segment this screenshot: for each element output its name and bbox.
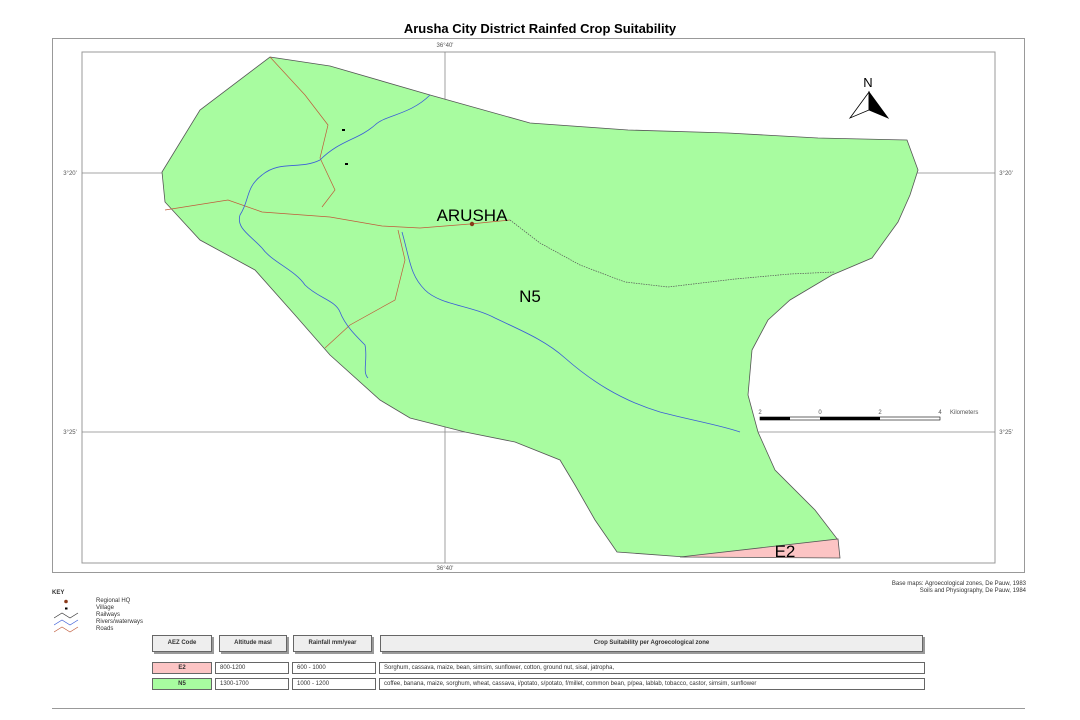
north-arrow-right: [868, 90, 890, 119]
table-cell-rainfall: 600 - 1000: [292, 662, 376, 674]
village-icon: [65, 607, 68, 610]
credit-line: Soils and Physiography, De Pauw, 1984: [919, 588, 1026, 594]
credit-line: Base maps: Agroecological zones, De Pauw…: [891, 581, 1026, 587]
city-label: ARUSHA: [437, 206, 509, 225]
scale-bar-segment: [820, 417, 880, 420]
table-header-crop-suitability: Crop Suitability per Agroecological zone: [380, 635, 923, 652]
grid-label-right-south: 3°25': [999, 430, 1013, 436]
map-page: Arusha City District Rainfed Crop Suitab…: [0, 0, 1080, 720]
river-icon: [54, 619, 79, 626]
grid-label-left-north: 3°20': [63, 171, 77, 177]
scale-tick-label: 2: [878, 410, 882, 416]
scale-tick-label: 0: [818, 410, 822, 416]
table-header-altitude: Altitude masl: [219, 635, 287, 652]
legend-item-rivers: Rivers/waterways: [52, 619, 192, 626]
road-icon: [54, 626, 79, 633]
legend-item-village: Village: [52, 605, 192, 612]
scale-bar: 2 0 2 4 Kilometers: [758, 410, 978, 421]
regional-hq-icon: [64, 599, 68, 604]
scale-bar-segment: [760, 417, 790, 420]
table-cell-code: E2: [152, 662, 212, 674]
zone-n5-label: N5: [519, 287, 541, 306]
legend-label: Roads: [96, 626, 114, 632]
legend-label: Rivers/waterways: [96, 619, 144, 625]
village-icon: [345, 163, 348, 165]
scale-unit-label: Kilometers: [950, 410, 978, 416]
grid-label-bottom: 36°40': [437, 566, 454, 572]
north-label: N: [863, 75, 872, 90]
table-cell-crops: Sorghum, cassava, maize, bean, simsim, s…: [379, 662, 925, 674]
source-credits: Base maps: Agroecological zones, De Pauw…: [760, 581, 1026, 595]
legend-label: Regional HQ: [96, 598, 131, 604]
table-cell-rainfall: 1000 - 1200: [292, 678, 376, 690]
legend-item-regional-hq: Regional HQ: [52, 598, 192, 605]
legend: KEY Regional HQ Village Railways Rivers/…: [52, 590, 192, 633]
north-arrow-left: [848, 90, 870, 119]
scale-tick-label: 2: [758, 410, 762, 416]
railway-icon: [54, 612, 79, 619]
grid-label-top: 36°40': [437, 43, 454, 49]
table-cell-code: N5: [152, 678, 212, 690]
legend-item-roads: Roads: [52, 626, 192, 633]
zone-n5-area: [161, 56, 919, 558]
table-header-rainfall: Rainfall mm/year: [293, 635, 372, 652]
north-arrow-icon: N: [848, 75, 890, 119]
zone-e2-label: E2: [775, 542, 796, 561]
legend-item-railways: Railways: [52, 612, 192, 619]
table-cell-altitude: 800-1200: [215, 662, 289, 674]
legend-label: Village: [96, 605, 114, 611]
legend-title: KEY: [52, 590, 65, 596]
village-icon: [342, 129, 345, 131]
legend-label: Railways: [96, 612, 121, 618]
table-cell-crops: coffee, banana, maize, sorghum, wheat, c…: [379, 678, 925, 690]
page-bottom-rule: [52, 708, 1025, 709]
table-cell-altitude: 1300-1700: [215, 678, 289, 690]
grid-label-right-north: 3°20': [999, 171, 1013, 177]
table-header-aez-code: AEZ Code: [152, 635, 212, 652]
scale-tick-label: 4: [938, 410, 942, 416]
grid-label-left-south: 3°25': [63, 430, 77, 436]
